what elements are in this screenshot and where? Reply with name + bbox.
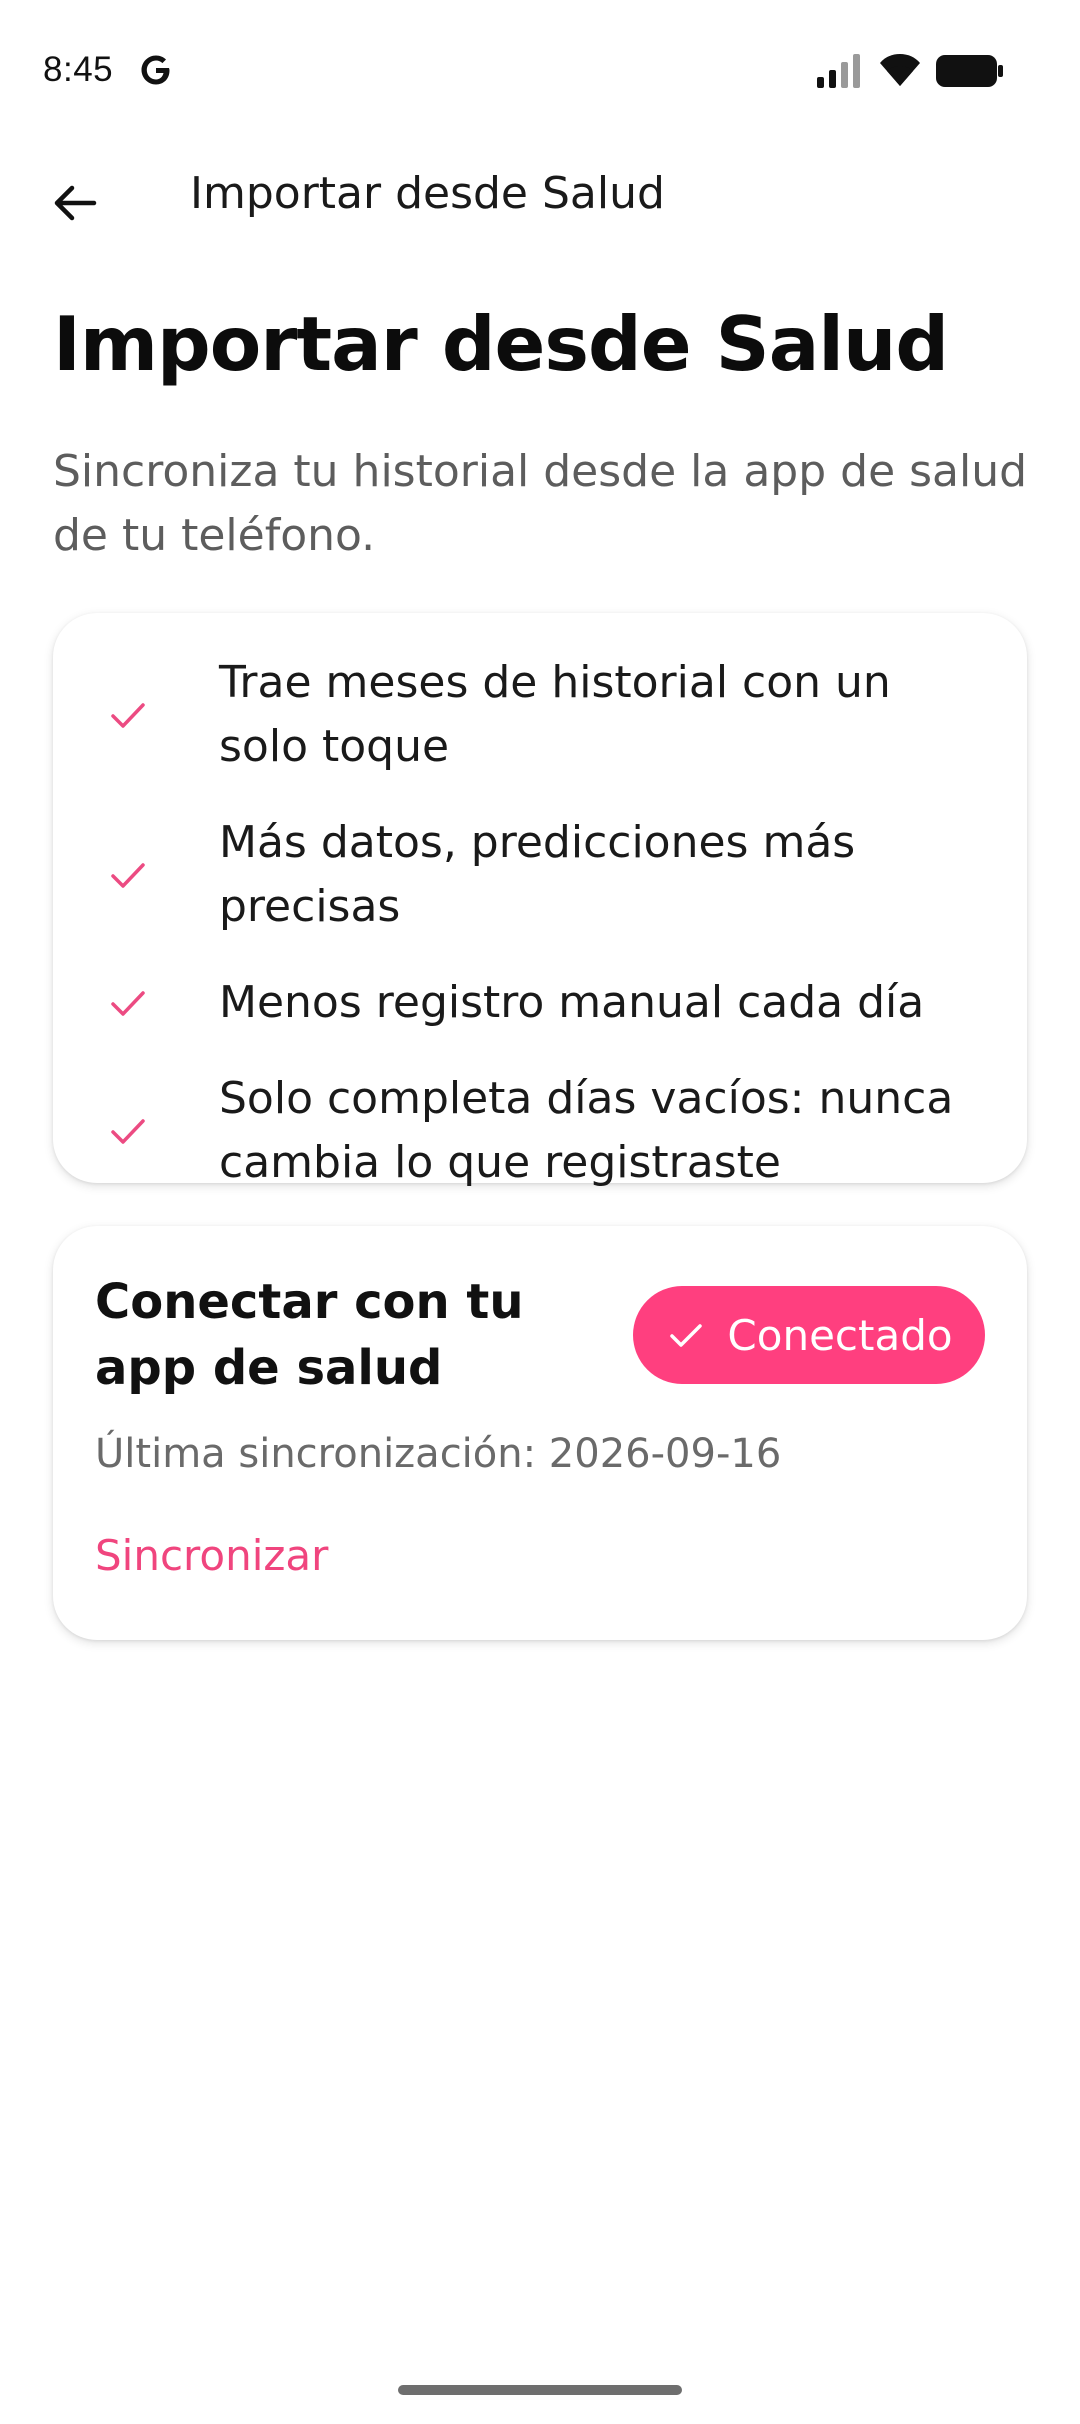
check-icon [665,1314,707,1356]
page-subtitle: Sincroniza tu historial desde la app de … [53,446,1028,561]
benefit-item: Solo completa días vacíos: nunca cambia … [103,1067,987,1195]
app-bar-title: Importar desde Salud [190,168,665,219]
benefits-card: Trae meses de historial con un solo toqu… [53,613,1027,1188]
benefit-text: Más datos, predicciones más precisas [219,817,856,932]
check-icon [103,690,153,740]
last-sync-text: Última sincronización: 2026-09-16 [95,1431,782,1477]
check-icon [103,1106,153,1156]
benefit-item: Menos registro manual cada día [103,971,987,1035]
arrow-left-icon [50,178,100,232]
check-icon [103,850,153,900]
sync-link[interactable]: Sincronizar [95,1531,328,1580]
connected-button[interactable]: Conectado [633,1286,985,1384]
status-bar: 8:45 [0,0,1080,140]
connect-card: Conectar con tu app de salud Conectado Ú… [53,1226,1027,1640]
google-icon [138,52,174,88]
benefit-text: Trae meses de historial con un solo toqu… [219,657,891,772]
connected-button-label: Conectado [727,1310,953,1360]
home-indicator[interactable] [398,2385,682,2395]
back-button[interactable] [30,160,120,250]
battery-icon [935,53,1005,89]
page-title: Importar desde Salud [53,300,949,388]
signal-icon [815,53,865,89]
status-time: 8:45 [43,50,114,89]
connect-title: Conectar con tu app de salud [95,1274,524,1396]
check-icon [103,978,153,1028]
benefit-text: Solo completa días vacíos: nunca cambia … [219,1073,954,1188]
benefit-text: Menos registro manual cada día [219,977,925,1028]
wifi-icon [877,51,923,89]
benefit-item: Trae meses de historial con un solo toqu… [103,651,987,779]
benefit-item: Más datos, predicciones más precisas [103,811,987,939]
app-bar: Importar desde Salud [0,140,1080,250]
